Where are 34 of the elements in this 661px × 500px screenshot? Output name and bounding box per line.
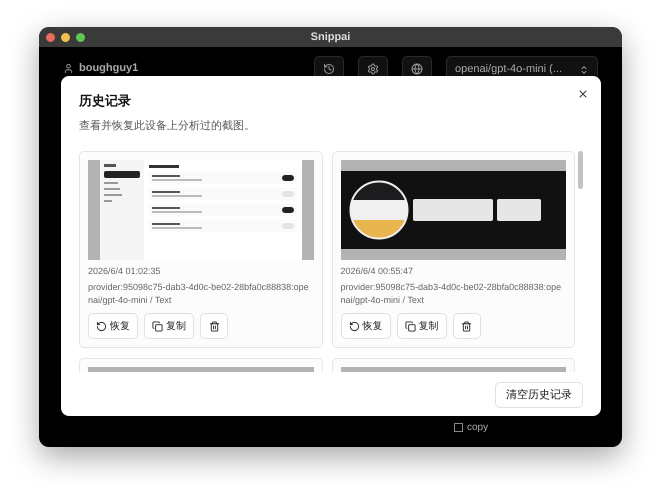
settings-icon (367, 63, 379, 75)
close-button[interactable] (577, 88, 589, 100)
restore-button[interactable]: 恢复 (88, 313, 138, 339)
minimize-window-button[interactable] (61, 32, 70, 42)
window-title: Snippai (310, 30, 350, 45)
dialog-description: 查看并恢复此设备上分析过的截图。 (79, 118, 256, 134)
maximize-window-button[interactable] (76, 32, 85, 42)
close-icon (577, 88, 589, 100)
copy-label: copy (467, 421, 488, 435)
globe-icon (411, 63, 423, 75)
timestamp: 2026/6/4 00:55:47 (340, 264, 414, 278)
user-icon (63, 63, 74, 74)
username: boughguy1 (79, 62, 138, 75)
entry-details: provider:95098c75-dab3-4d0c-be02-28bfa0c88838:openai/gpt-4o-mini / Text (340, 281, 562, 307)
chevrons-icon (579, 65, 589, 75)
clear-history-button[interactable]: 清空历史记录 (495, 382, 583, 408)
trash-icon (461, 320, 472, 332)
scrollbar-thumb[interactable] (578, 150, 583, 188)
copy-checkbox[interactable] (454, 423, 463, 432)
dialog-title: 历史记录 (79, 92, 132, 110)
delete-button[interactable] (200, 313, 228, 339)
copy-icon (152, 320, 163, 332)
copy-icon (404, 320, 416, 332)
trash-icon (208, 320, 220, 332)
history-icon (323, 63, 335, 75)
entry-details: provider:95098c75-dab3-4d0c-be02-28bfa0c88838:openai/gpt-4o-mini / Text (88, 281, 310, 307)
close-window-button[interactable] (46, 32, 55, 42)
copy-button[interactable]: 复制 (144, 313, 194, 339)
timestamp: 2026/6/4 01:02:35 (88, 264, 162, 278)
restore-button[interactable]: 恢复 (340, 313, 390, 339)
copy-button[interactable]: 复制 (396, 313, 446, 339)
delete-button[interactable] (452, 313, 480, 339)
restore-icon (96, 320, 107, 332)
restore-icon (348, 320, 360, 332)
